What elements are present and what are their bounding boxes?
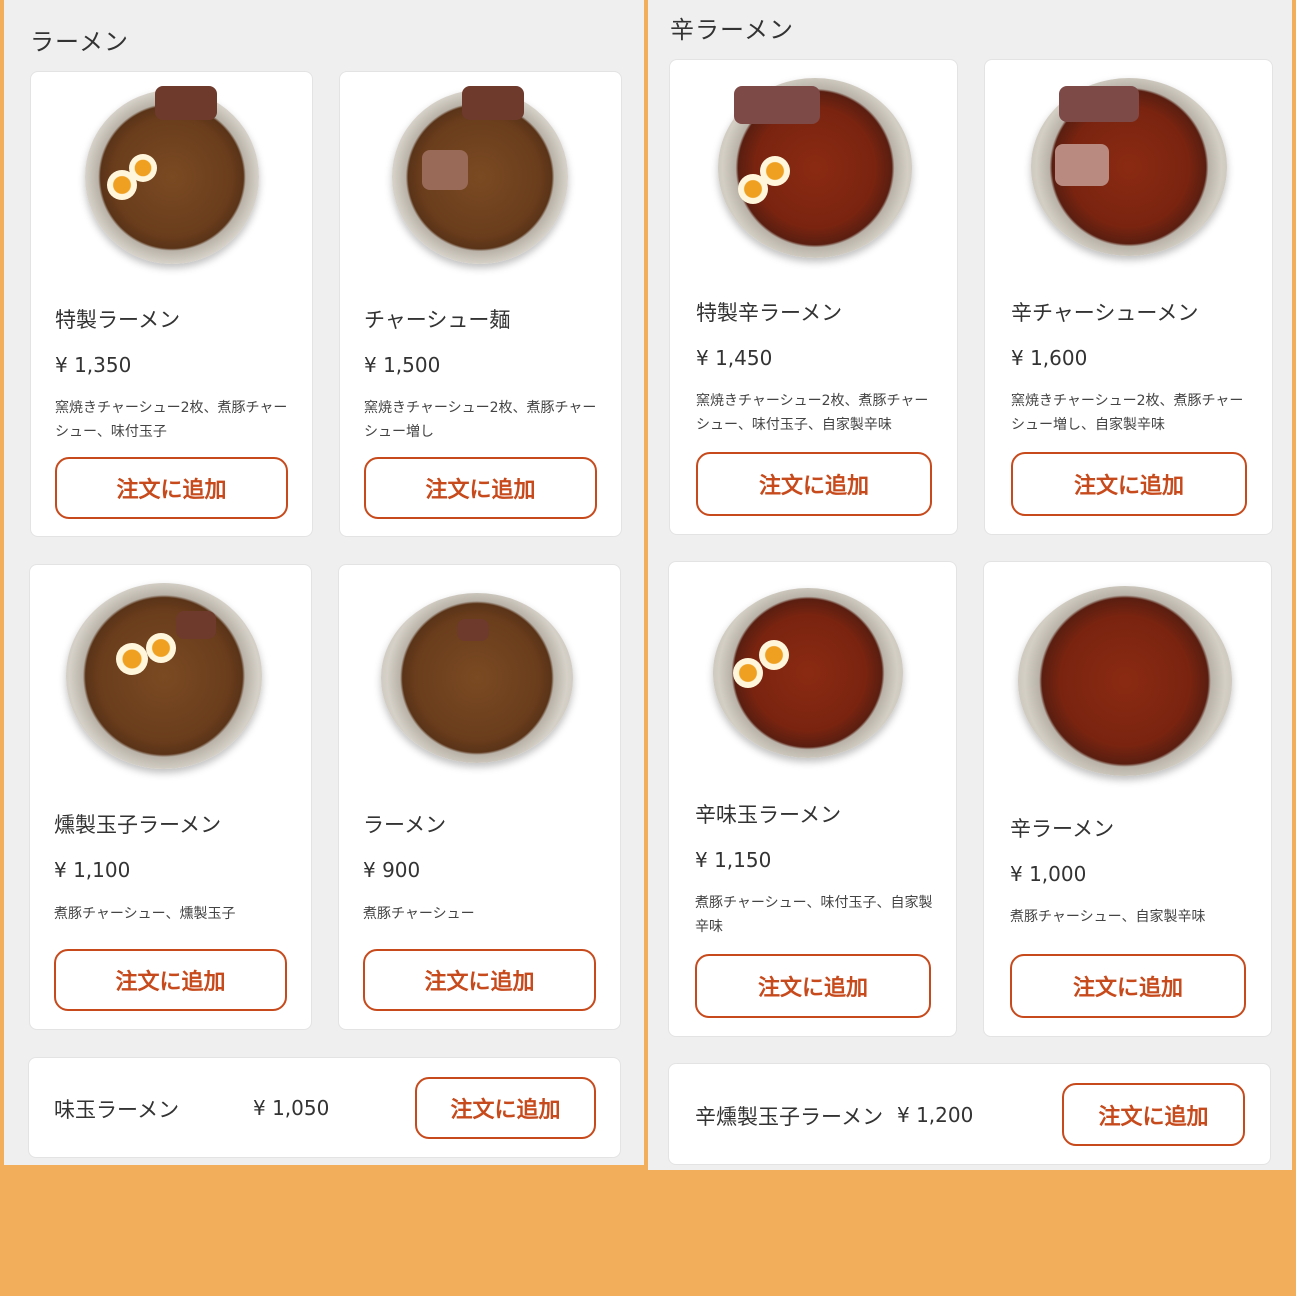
menu-panel-spicy-ramen: 辛ラーメン 特製辛ラーメン ¥ 1,450 窯焼きチャーシュー2枚、煮豚チャーシ… [648, 0, 1292, 1170]
add-to-order-button[interactable]: 注文に追加 [1062, 1083, 1245, 1146]
menu-card-compact: 辛燻製玉子ラーメン ¥ 1,200 注文に追加 [668, 1063, 1271, 1165]
add-to-order-button[interactable]: 注文に追加 [695, 954, 931, 1018]
section-title: 辛ラーメン [670, 16, 795, 44]
menu-card: ラーメン ¥ 900 煮豚チャーシュー 注文に追加 [338, 564, 621, 1030]
dish-photo [713, 588, 903, 758]
dish-photo [1018, 586, 1232, 776]
menu-panel-ramen: ラーメン 特製ラーメン ¥ 1,350 窯焼きチャーシュー2枚、煮豚チャーシュー… [4, 0, 644, 1165]
item-price: ¥ 1,000 [1010, 862, 1087, 886]
item-name: 燻製玉子ラーメン [54, 813, 222, 837]
item-description: 窯焼きチャーシュー2枚、煮豚チャーシュー増し、自家製辛味 [1011, 393, 1244, 433]
item-name: 辛チャーシューメン [1011, 301, 1199, 325]
item-name: 特製辛ラーメン [696, 301, 843, 325]
item-name: 辛燻製玉子ラーメン [695, 1105, 884, 1129]
item-description: 煮豚チャーシュー、自家製辛味 [1010, 909, 1206, 925]
item-description: 窯焼きチャーシュー2枚、煮豚チャーシュー、味付玉子 [55, 400, 288, 440]
menu-card: 特製辛ラーメン ¥ 1,450 窯焼きチャーシュー2枚、煮豚チャーシュー、味付玉… [669, 59, 958, 535]
add-to-order-button[interactable]: 注文に追加 [415, 1077, 596, 1139]
item-price: ¥ 1,200 [897, 1103, 974, 1127]
item-price: ¥ 1,500 [364, 353, 441, 377]
item-price: ¥ 1,450 [696, 346, 773, 370]
menu-card: 燻製玉子ラーメン ¥ 1,100 煮豚チャーシュー、燻製玉子 注文に追加 [29, 564, 312, 1030]
item-description: 窯焼きチャーシュー2枚、煮豚チャーシュー増し [364, 400, 597, 440]
section-title: ラーメン [30, 28, 130, 56]
add-to-order-button[interactable]: 注文に追加 [696, 452, 932, 516]
item-name: チャーシュー麺 [364, 308, 511, 332]
dish-photo [66, 583, 262, 769]
item-description: 煮豚チャーシュー、味付玉子、自家製辛味 [695, 895, 933, 935]
add-to-order-button[interactable]: 注文に追加 [54, 949, 287, 1011]
menu-card: 辛味玉ラーメン ¥ 1,150 煮豚チャーシュー、味付玉子、自家製辛味 注文に追… [668, 561, 957, 1037]
item-name: 辛味玉ラーメン [695, 803, 842, 827]
dish-photo [85, 86, 259, 264]
dish-photo [718, 78, 912, 258]
item-price: ¥ 1,100 [54, 858, 131, 882]
item-price: ¥ 1,350 [55, 353, 132, 377]
item-name: ラーメン [363, 813, 447, 837]
add-to-order-button[interactable]: 注文に追加 [55, 457, 288, 519]
menu-card: チャーシュー麺 ¥ 1,500 窯焼きチャーシュー2枚、煮豚チャーシュー増し 注… [339, 71, 622, 537]
item-price: ¥ 1,150 [695, 848, 772, 872]
dish-photo [392, 86, 568, 264]
item-price: ¥ 1,050 [253, 1096, 330, 1120]
item-price: ¥ 900 [363, 858, 421, 882]
add-to-order-button[interactable]: 注文に追加 [364, 457, 597, 519]
menu-card: 特製ラーメン ¥ 1,350 窯焼きチャーシュー2枚、煮豚チャーシュー、味付玉子… [30, 71, 313, 537]
item-description: 煮豚チャーシュー、燻製玉子 [54, 906, 236, 922]
item-description: 窯焼きチャーシュー2枚、煮豚チャーシュー、味付玉子、自家製辛味 [696, 393, 929, 433]
add-to-order-button[interactable]: 注文に追加 [1010, 954, 1246, 1018]
add-to-order-button[interactable]: 注文に追加 [1011, 452, 1247, 516]
item-name: 辛ラーメン [1010, 817, 1115, 841]
dish-photo [381, 593, 573, 763]
menu-card: 辛ラーメン ¥ 1,000 煮豚チャーシュー、自家製辛味 注文に追加 [983, 561, 1272, 1037]
item-price: ¥ 1,600 [1011, 346, 1088, 370]
menu-card-compact: 味玉ラーメン ¥ 1,050 注文に追加 [28, 1057, 621, 1158]
menu-card: 辛チャーシューメン ¥ 1,600 窯焼きチャーシュー2枚、煮豚チャーシュー増し… [984, 59, 1273, 535]
item-name: 特製ラーメン [55, 308, 181, 332]
item-description: 煮豚チャーシュー [363, 906, 475, 922]
dish-photo [1031, 78, 1227, 256]
item-name: 味玉ラーメン [54, 1098, 180, 1122]
add-to-order-button[interactable]: 注文に追加 [363, 949, 596, 1011]
